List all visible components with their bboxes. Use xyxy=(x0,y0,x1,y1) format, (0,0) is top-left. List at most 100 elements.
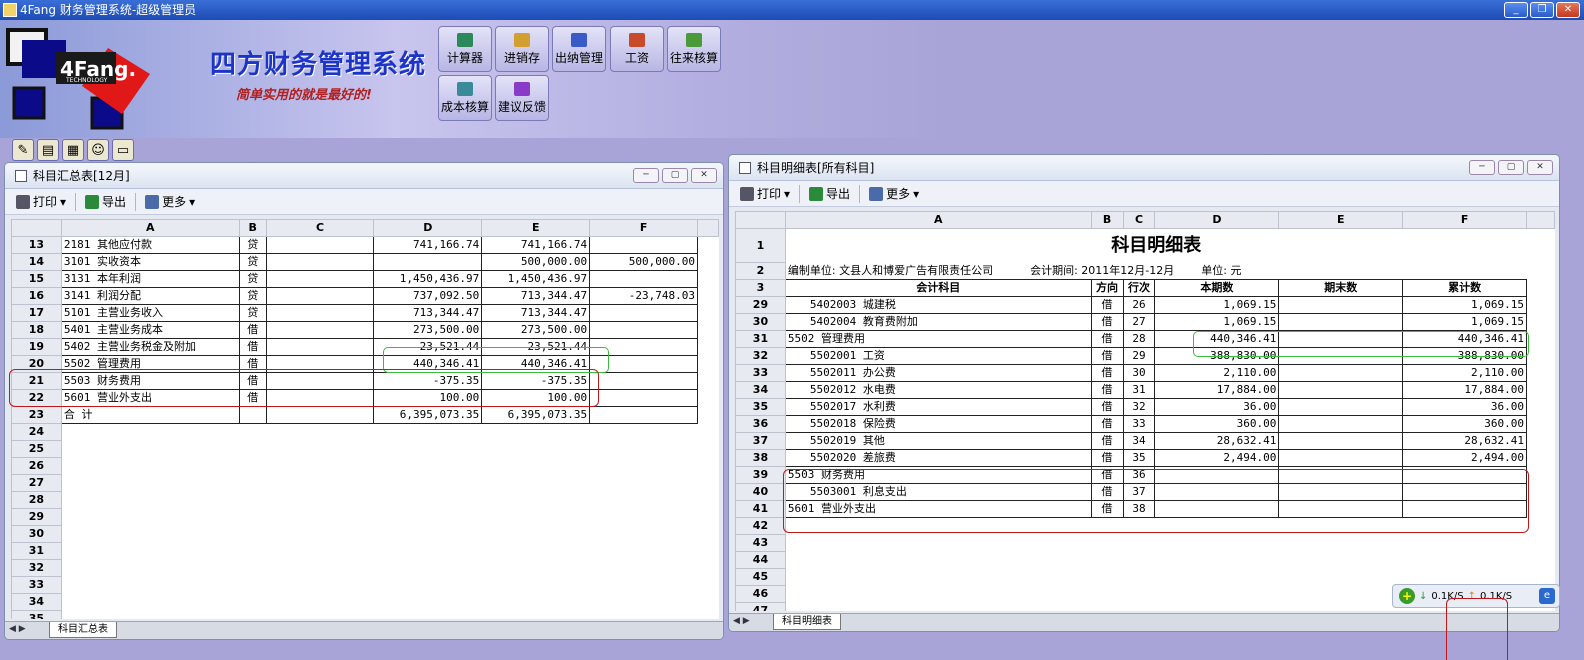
row-header[interactable]: 24 xyxy=(11,423,62,441)
empty-cell[interactable] xyxy=(61,594,718,611)
detail-grid[interactable]: A B C D E F 1 科目明细表 2 编制单位: 文县人和博爱广告有限责任… xyxy=(735,211,1555,611)
account-cell[interactable]: 3141 利润分配 xyxy=(60,287,240,305)
line-number-cell[interactable]: 35 xyxy=(1122,449,1156,467)
current-period-cell[interactable]: 2,494.00 xyxy=(1154,449,1280,467)
period-end-cell[interactable] xyxy=(1278,432,1404,450)
current-period-cell[interactable]: 28,632.41 xyxy=(1154,432,1280,450)
row-header[interactable]: 19 xyxy=(11,338,62,356)
account-cell[interactable]: 5402 主营业务税金及附加 xyxy=(60,338,240,356)
row-header[interactable]: 31 xyxy=(735,330,786,348)
column-header[interactable]: C xyxy=(265,219,375,237)
data-cell[interactable] xyxy=(265,287,375,305)
line-number-cell[interactable]: 30 xyxy=(1122,364,1156,382)
data-cell[interactable] xyxy=(265,321,375,339)
empty-cell[interactable] xyxy=(785,569,1554,586)
balance-cell[interactable] xyxy=(589,389,699,407)
row-header[interactable]: 38 xyxy=(735,449,786,467)
direction-cell[interactable]: 贷 xyxy=(238,236,267,254)
row-header[interactable]: 36 xyxy=(735,415,786,433)
header-cell[interactable]: 行次 xyxy=(1122,279,1156,297)
direction-cell[interactable]: 借 xyxy=(238,321,267,339)
direction-cell[interactable]: 借 xyxy=(1090,432,1124,450)
cumulative-cell[interactable]: 360.00 xyxy=(1402,415,1528,433)
folder-icon[interactable]: ▭ xyxy=(112,139,134,161)
credit-cell[interactable]: 713,344.47 xyxy=(481,304,591,322)
account-cell[interactable]: 3131 本年利润 xyxy=(60,270,240,288)
module-calculator-button[interactable]: 计算器 xyxy=(438,26,492,72)
cumulative-cell[interactable]: 36.00 xyxy=(1402,398,1528,416)
account-cell[interactable]: 合 计 xyxy=(60,406,240,424)
module-salary-button[interactable]: 工资 xyxy=(610,26,664,72)
debit-cell[interactable]: 1,450,436.97 xyxy=(373,270,483,288)
balance-cell[interactable] xyxy=(589,270,699,288)
data-cell[interactable] xyxy=(265,338,375,356)
more-button[interactable]: 更多 ▾ xyxy=(864,183,924,204)
empty-cell[interactable] xyxy=(61,526,718,543)
current-period-cell[interactable]: 36.00 xyxy=(1154,398,1280,416)
balance-cell[interactable] xyxy=(589,372,699,390)
module-cost-button[interactable]: 成本核算 xyxy=(438,75,492,121)
row-header[interactable]: 43 xyxy=(735,534,786,552)
row-header[interactable]: 2 xyxy=(735,262,786,280)
direction-cell[interactable]: 借 xyxy=(1090,398,1124,416)
ledger-icon[interactable]: ▦ xyxy=(62,139,84,161)
row-header[interactable]: 45 xyxy=(735,568,786,586)
column-header[interactable]: C xyxy=(1122,211,1156,229)
empty-cell[interactable] xyxy=(61,543,718,560)
debit-cell[interactable]: 6,395,073.35 xyxy=(373,406,483,424)
row-header[interactable]: 23 xyxy=(11,406,62,424)
row-header[interactable]: 39 xyxy=(735,466,786,484)
empty-cell[interactable] xyxy=(61,458,718,475)
current-period-cell[interactable]: 2,110.00 xyxy=(1154,364,1280,382)
direction-cell[interactable]: 贷 xyxy=(238,287,267,305)
direction-cell[interactable]: 借 xyxy=(1090,381,1124,399)
account-cell[interactable]: 2181 其他应付款 xyxy=(60,236,240,254)
direction-cell[interactable]: 借 xyxy=(238,338,267,356)
header-cell[interactable]: 会计科目 xyxy=(784,279,1092,297)
direction-cell[interactable] xyxy=(238,406,267,424)
empty-cell[interactable] xyxy=(61,424,718,441)
empty-cell[interactable] xyxy=(785,552,1554,569)
current-period-cell[interactable]: 17,884.00 xyxy=(1154,381,1280,399)
cumulative-cell[interactable]: 28,632.41 xyxy=(1402,432,1528,450)
balance-cell[interactable]: -23,748.03 xyxy=(589,287,699,305)
row-header[interactable]: 13 xyxy=(11,236,62,254)
row-header[interactable]: 41 xyxy=(735,500,786,518)
summary-grid[interactable]: A B C D E F 13 2181 其他应付款贷 741,166.74 741,1… xyxy=(11,219,719,619)
row-header[interactable]: 44 xyxy=(735,551,786,569)
data-cell[interactable] xyxy=(265,236,375,254)
cumulative-cell[interactable]: 1,069.15 xyxy=(1402,313,1528,331)
period-end-cell[interactable] xyxy=(1278,415,1404,433)
column-header[interactable]: B xyxy=(1090,211,1124,229)
account-cell[interactable]: 5401 主营业务成本 xyxy=(60,321,240,339)
print-button[interactable]: 打印 ▾ xyxy=(735,183,795,204)
print-button[interactable]: 打印 ▾ xyxy=(11,191,71,212)
credit-cell[interactable]: 6,395,073.35 xyxy=(481,406,591,424)
row-header[interactable]: 47 xyxy=(735,602,786,611)
column-header[interactable]: D xyxy=(1154,211,1280,229)
period-end-cell[interactable] xyxy=(1278,449,1404,467)
credit-cell[interactable]: 500,000.00 xyxy=(481,253,591,271)
row-header[interactable]: 29 xyxy=(735,296,786,314)
direction-cell[interactable]: 贷 xyxy=(238,270,267,288)
period-end-cell[interactable] xyxy=(1278,313,1404,331)
restore-button[interactable]: ❐ xyxy=(1530,2,1554,18)
row-header[interactable]: 25 xyxy=(11,440,62,458)
line-number-cell[interactable]: 34 xyxy=(1122,432,1156,450)
row-header[interactable]: 40 xyxy=(735,483,786,501)
direction-cell[interactable]: 借 xyxy=(1090,313,1124,331)
module-feedback-button[interactable]: 建议反馈 xyxy=(495,75,549,121)
credit-cell[interactable]: 1,450,436.97 xyxy=(481,270,591,288)
row-header[interactable]: 37 xyxy=(735,432,786,450)
corner-cell[interactable] xyxy=(735,211,786,229)
empty-cell[interactable] xyxy=(785,535,1554,552)
user-icon[interactable]: ☺ xyxy=(87,139,109,161)
account-cell[interactable]: 5502 管理费用 xyxy=(784,330,1092,348)
data-cell[interactable] xyxy=(265,406,375,424)
row-header[interactable]: 30 xyxy=(735,313,786,331)
row-header[interactable]: 34 xyxy=(11,593,62,611)
row-header[interactable]: 31 xyxy=(11,542,62,560)
credit-cell[interactable]: 713,344.47 xyxy=(481,287,591,305)
sheet-tab[interactable]: 科目汇总表 xyxy=(49,622,117,638)
row-header[interactable]: 16 xyxy=(11,287,62,305)
